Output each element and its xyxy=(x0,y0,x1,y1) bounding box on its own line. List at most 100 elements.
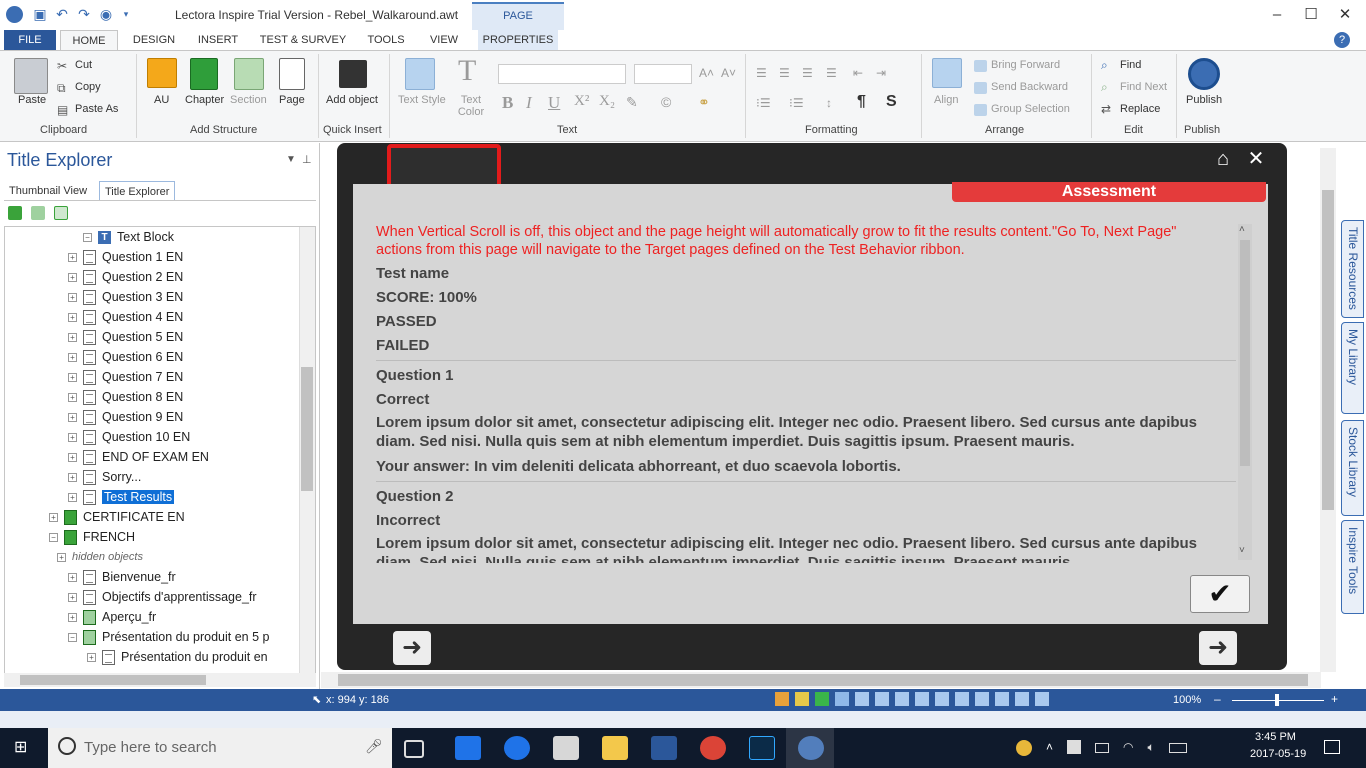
chapter-icon[interactable] xyxy=(190,58,218,90)
align-tool-icon[interactable] xyxy=(1015,692,1029,706)
home-icon[interactable]: ⌂ xyxy=(1211,147,1235,171)
align-button[interactable]: Align xyxy=(934,94,958,106)
canvas-hscroll-thumb[interactable] xyxy=(338,674,1308,686)
dropbox-icon[interactable] xyxy=(455,736,481,760)
expand-icon[interactable]: + xyxy=(68,593,77,603)
side-tab-stock-library[interactable]: Stock Library xyxy=(1341,420,1364,516)
save-icon[interactable]: ▣ xyxy=(32,6,48,22)
tab-thumbnail-view[interactable]: Thumbnail View xyxy=(4,181,92,201)
font-size-select[interactable] xyxy=(634,64,692,84)
align-tool-icon[interactable] xyxy=(875,692,889,706)
expand-icon[interactable]: + xyxy=(87,653,96,663)
clock-time[interactable]: 3:45 PM xyxy=(1255,731,1296,743)
expand-icon[interactable]: + xyxy=(68,433,77,443)
expand-icon[interactable]: + xyxy=(68,253,77,263)
redo-icon[interactable]: ↷ xyxy=(76,6,92,22)
tree-item[interactable]: + Aperçu_fr xyxy=(68,607,156,627)
close-button[interactable]: ✕ xyxy=(1328,4,1362,26)
maximize-button[interactable]: ☐ xyxy=(1294,4,1328,26)
windows-start-icon[interactable]: ⊞ xyxy=(14,739,32,757)
panel-dropdown-icon[interactable]: ▼ xyxy=(286,154,296,165)
align-tool-icon[interactable] xyxy=(855,692,869,706)
text-style-button[interactable]: Text Style xyxy=(398,94,446,106)
tree-item[interactable]: + Question 7 EN xyxy=(68,367,183,387)
add-chapter-icon[interactable] xyxy=(8,206,22,220)
zoom-in-icon[interactable]: + xyxy=(1331,692,1338,706)
tree-item[interactable]: + Question 5 EN xyxy=(68,327,183,347)
tree-item[interactable]: + Présentation du produit en xyxy=(87,647,268,667)
battery-icon[interactable] xyxy=(1095,743,1110,753)
section-icon[interactable] xyxy=(234,58,264,90)
font-family-select[interactable] xyxy=(498,64,626,84)
expand-icon[interactable]: + xyxy=(68,373,77,383)
tree-item[interactable]: + Question 1 EN xyxy=(68,247,183,267)
expand-icon[interactable]: + xyxy=(68,413,77,423)
tab-file[interactable]: FILE xyxy=(4,30,56,50)
expand-icon[interactable]: + xyxy=(68,493,77,503)
side-tab-title-resources[interactable]: Title Resources xyxy=(1341,220,1364,318)
tab-design[interactable]: DESIGN xyxy=(126,30,182,50)
align-objects-icon[interactable] xyxy=(932,58,962,88)
back-arrow-button[interactable]: ➜ xyxy=(393,631,431,665)
find-next-button[interactable]: Find Next xyxy=(1120,81,1167,93)
find-button[interactable]: Find xyxy=(1120,59,1141,71)
zoom-slider-thumb[interactable] xyxy=(1275,694,1279,706)
tab-test-survey[interactable]: TEST & SURVEY xyxy=(256,30,350,50)
microphone-icon[interactable]: 🎤︎ xyxy=(365,738,383,755)
align-center-icon[interactable]: ☰ xyxy=(779,66,790,80)
tab-insert[interactable]: INSERT xyxy=(192,30,244,50)
volume-icon[interactable]: 🔈︎ xyxy=(1148,740,1155,758)
tree-item[interactable]: − T Text Block xyxy=(83,227,174,247)
underline-icon[interactable]: U xyxy=(548,93,560,113)
tree-item[interactable]: + CERTIFICATE EN xyxy=(49,507,185,527)
chrome-icon[interactable] xyxy=(700,736,726,760)
text-color-button[interactable]: Text Color xyxy=(454,94,488,118)
action-center-icon[interactable] xyxy=(1324,740,1340,754)
align-tool-icon[interactable] xyxy=(935,692,949,706)
tab-properties[interactable]: PROPERTIES xyxy=(478,30,558,50)
taskbar-search-input[interactable]: Type here to search xyxy=(48,728,392,768)
group-selection-button[interactable]: Group Selection xyxy=(991,103,1070,115)
align-tool-icon[interactable] xyxy=(955,692,969,706)
tree-item[interactable]: + Question 9 EN xyxy=(68,407,183,427)
align-tool-icon[interactable] xyxy=(915,692,929,706)
page-button[interactable]: Page xyxy=(279,94,305,106)
bold-icon[interactable]: B xyxy=(502,93,513,113)
tree-item[interactable]: + hidden objects xyxy=(57,547,143,567)
superscript-icon[interactable]: X² xyxy=(574,93,589,110)
paste-button[interactable]: Paste xyxy=(18,94,46,106)
expand-icon[interactable]: − xyxy=(83,233,92,243)
add-page-icon[interactable] xyxy=(54,206,68,220)
side-tab-inspire-tools[interactable]: Inspire Tools xyxy=(1341,520,1364,614)
error-check-icon[interactable] xyxy=(775,692,789,706)
bullets-icon[interactable]: ⁝☰ xyxy=(756,96,771,110)
align-left-icon[interactable]: ☰ xyxy=(756,66,767,80)
send-backward-button[interactable]: Send Backward xyxy=(991,81,1068,93)
text-style-icon[interactable] xyxy=(405,58,435,90)
dropbox-tray-icon[interactable] xyxy=(1067,740,1082,754)
expand-icon[interactable]: − xyxy=(68,633,77,643)
align-tool-icon[interactable] xyxy=(995,692,1009,706)
left-scroll-thumb[interactable] xyxy=(20,675,206,685)
paste-icon[interactable] xyxy=(14,58,48,94)
expand-icon[interactable]: + xyxy=(68,573,77,583)
clock-date[interactable]: 2017-05-19 xyxy=(1250,748,1306,760)
tree-item[interactable]: + Question 3 EN xyxy=(68,287,183,307)
tab-title-explorer[interactable]: Title Explorer xyxy=(99,181,176,201)
expand-icon[interactable]: + xyxy=(68,453,77,463)
line-spacing-icon[interactable]: ↕ xyxy=(826,96,832,110)
wifi-icon[interactable]: ◠ xyxy=(1123,740,1133,758)
align-right-icon[interactable]: ☰ xyxy=(802,66,813,80)
canvas-scroll-thumb[interactable] xyxy=(1322,190,1334,510)
preview-icon[interactable] xyxy=(795,692,809,706)
expand-icon[interactable]: + xyxy=(68,393,77,403)
page-icon[interactable] xyxy=(279,58,305,90)
chapter-button[interactable]: Chapter xyxy=(185,94,224,106)
clapperboard-icon[interactable] xyxy=(339,60,367,88)
expand-icon[interactable]: + xyxy=(68,293,77,303)
run-icon[interactable] xyxy=(815,692,829,706)
publish-gear-icon[interactable] xyxy=(1188,58,1220,90)
tree-item[interactable]: + Sorry... xyxy=(68,467,141,487)
highlight-icon[interactable]: ✎ xyxy=(626,94,638,111)
photoshop-icon[interactable] xyxy=(749,736,775,760)
